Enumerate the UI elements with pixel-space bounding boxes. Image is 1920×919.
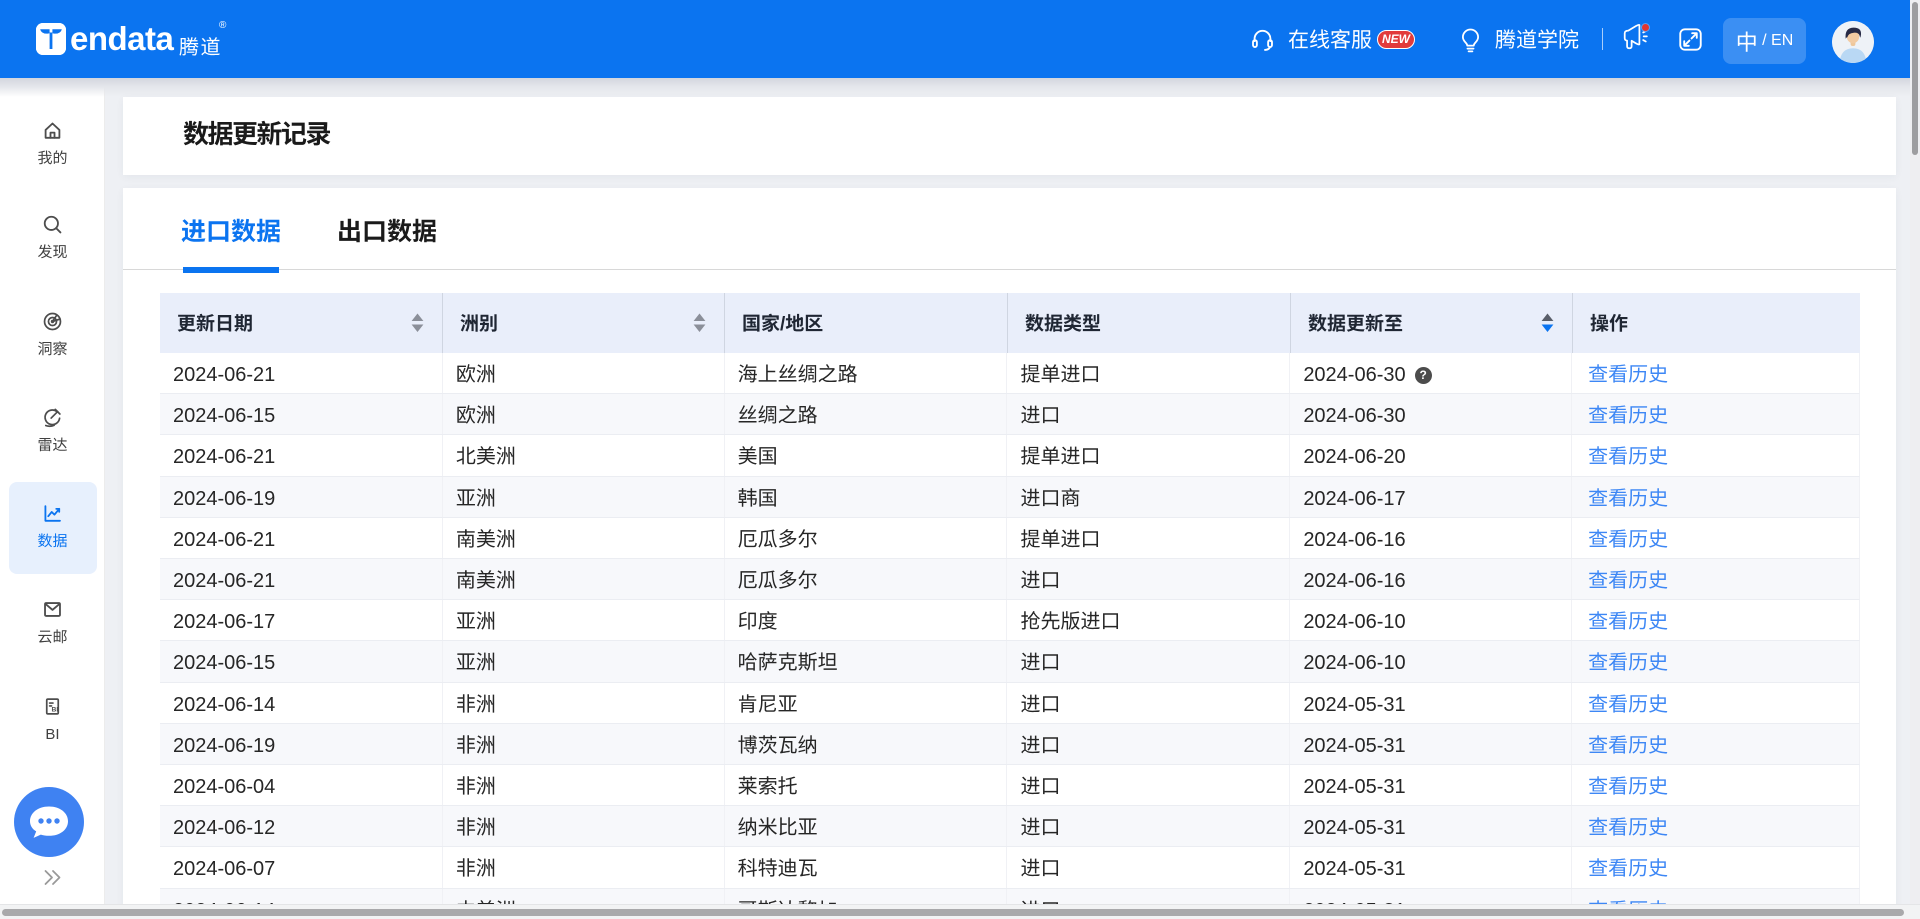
svg-text:BI: BI [52,706,59,713]
